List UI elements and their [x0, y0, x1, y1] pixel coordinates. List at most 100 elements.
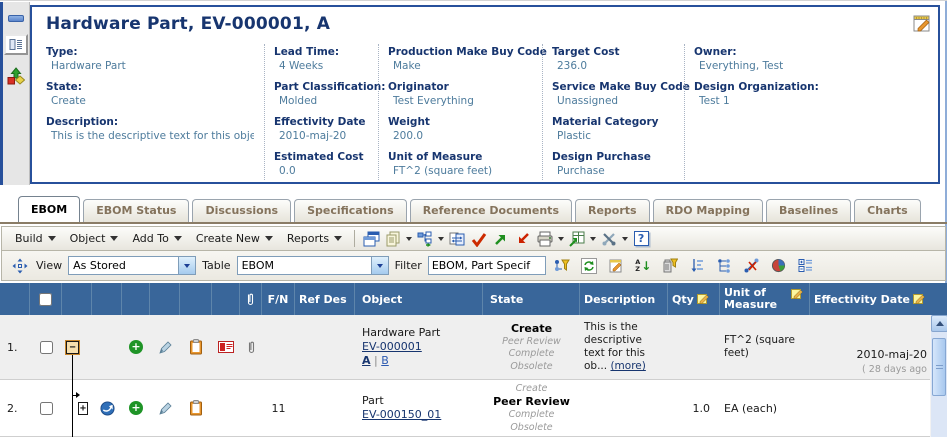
row-number: 1.	[0, 315, 30, 379]
tab-reports[interactable]: Reports	[575, 199, 650, 222]
sort-az-icon[interactable]	[633, 256, 654, 276]
clipboard-cell	[180, 315, 212, 379]
copy-dropdown-icon[interactable]	[404, 229, 414, 249]
edit-note-icon[interactable]	[911, 12, 933, 34]
cascade-window-icon[interactable]	[360, 229, 382, 249]
property-value: Everything, Test	[699, 60, 924, 72]
tab-ebom-status[interactable]: EBOM Status	[83, 199, 189, 222]
object-name-link[interactable]: EV-000150_01	[362, 408, 441, 422]
edit-column-icon[interactable]	[791, 287, 804, 302]
refresh-icon[interactable]	[579, 256, 600, 276]
tab-discussions[interactable]: Discussions	[192, 199, 291, 222]
qty-cell	[668, 315, 720, 379]
menu-reports[interactable]: Reports	[280, 232, 349, 245]
add-child-icon[interactable]	[129, 340, 143, 354]
down-arrow-icon	[641, 259, 651, 273]
revision-b-link[interactable]: B	[381, 354, 389, 367]
tools-dropdown-icon[interactable]	[620, 229, 630, 249]
markup-cell	[212, 315, 240, 379]
effectivity-cell	[810, 380, 930, 436]
property-item: Part Classification:Molded	[274, 81, 368, 107]
filter-input[interactable]	[428, 256, 546, 275]
tab-charts[interactable]: Charts	[854, 199, 921, 222]
collapse-icon[interactable]	[8, 15, 24, 22]
details-icon[interactable]	[4, 34, 28, 55]
fn-cell	[262, 315, 295, 379]
sort-order-icon[interactable]	[687, 256, 708, 276]
expand-arrows-icon[interactable]	[9, 256, 30, 276]
vertical-scrollbar[interactable]	[930, 315, 947, 437]
image-markup-icon[interactable]	[218, 341, 234, 353]
property-item: Type:Hardware Part	[46, 46, 254, 72]
globe-navigate-icon[interactable]	[100, 401, 115, 416]
object-name-link[interactable]: EV-000001	[362, 340, 440, 354]
scroll-up-icon[interactable]	[931, 315, 947, 332]
chart-pie-icon[interactable]	[768, 256, 789, 276]
disconnect-icon[interactable]	[741, 256, 762, 276]
pencil-icon[interactable]	[158, 340, 173, 355]
menu-add-to[interactable]: Add To	[125, 232, 188, 245]
tree-nodes-icon[interactable]	[714, 256, 735, 276]
remove-filter-icon[interactable]	[660, 256, 681, 276]
chevron-down-icon[interactable]	[371, 257, 388, 274]
menu-build[interactable]: Build	[8, 232, 63, 245]
chevron-down-icon[interactable]	[178, 257, 195, 274]
tab-baselines[interactable]: Baselines	[766, 199, 851, 222]
edit-column-icon[interactable]	[697, 292, 710, 307]
menu-object[interactable]: Object	[63, 232, 126, 245]
property-column-3: Production Make Buy CodeMake OriginatorT…	[378, 44, 542, 180]
menu-create-new[interactable]: Create New	[189, 232, 280, 245]
export-table-icon[interactable]	[566, 229, 588, 249]
tab-rdo-mapping[interactable]: RDO Mapping	[653, 199, 763, 222]
property-label: Unit of Measure	[388, 151, 532, 163]
edit-column-icon[interactable]	[913, 292, 926, 307]
print-icon[interactable]	[534, 229, 556, 249]
tab-ebom[interactable]: EBOM	[18, 196, 80, 222]
effectivity-cell: 2010-maj-20 ( 28 days ago	[810, 315, 930, 379]
tree-arrow-icon	[76, 392, 80, 398]
header-fn: F/N	[262, 283, 295, 315]
row-checkbox[interactable]	[40, 341, 53, 354]
export-dropdown-icon[interactable]	[588, 229, 598, 249]
copy-icon[interactable]	[382, 229, 404, 249]
edit-row-cell	[150, 380, 180, 436]
revision-a-link[interactable]: A	[362, 354, 371, 367]
row-checkbox[interactable]	[40, 402, 53, 415]
validate-check-icon[interactable]	[468, 229, 490, 249]
tab-specifications[interactable]: Specifications	[294, 199, 407, 222]
collapse-row-icon[interactable]	[66, 341, 79, 354]
edit-note-icon[interactable]	[606, 256, 627, 276]
property-grid: Type:Hardware Part State:Create Descript…	[44, 44, 934, 180]
lifecycle-icon[interactable]	[7, 67, 25, 88]
scrollbar-thumb[interactable]	[932, 338, 946, 396]
demote-icon[interactable]	[512, 229, 534, 249]
header-state: State	[483, 283, 580, 315]
print-dropdown-icon[interactable]	[556, 229, 566, 249]
more-link[interactable]: (more)	[610, 360, 645, 372]
add-child-icon[interactable]	[129, 401, 143, 415]
column-list-icon[interactable]	[795, 256, 816, 276]
clipboard-icon[interactable]	[189, 339, 203, 355]
tab-reference-documents[interactable]: Reference Documents	[410, 199, 572, 222]
table-select[interactable]: EBOM	[237, 256, 389, 275]
view-select[interactable]: As Stored	[68, 256, 196, 275]
property-item: OriginatorTest Everything	[388, 81, 532, 107]
promote-icon[interactable]	[490, 229, 512, 249]
structure-navigate-icon[interactable]	[414, 229, 436, 249]
state-other: Obsolete	[487, 360, 576, 373]
clipboard-icon[interactable]	[189, 400, 203, 416]
structure-dropdown-icon[interactable]	[436, 229, 446, 249]
expand-row-icon[interactable]	[78, 402, 88, 415]
object-properties-panel: Hardware Part, EV-000001, A Type:Hardwar…	[30, 5, 940, 184]
state-cell: Create Peer Review Complete Obsolete	[483, 315, 580, 379]
effectivity-ago: ( 28 days ago	[862, 362, 927, 377]
tools-icon[interactable]	[598, 229, 620, 249]
header-icon-col	[92, 283, 122, 315]
swap-compare-icon[interactable]	[446, 229, 468, 249]
filter-tree-icon[interactable]	[552, 256, 573, 276]
select-all-checkbox[interactable]	[39, 293, 52, 306]
attachment-icon[interactable]	[247, 339, 256, 355]
help-icon[interactable]	[630, 229, 652, 249]
property-item: Weight200.0	[388, 116, 532, 142]
pencil-icon[interactable]	[158, 401, 173, 416]
